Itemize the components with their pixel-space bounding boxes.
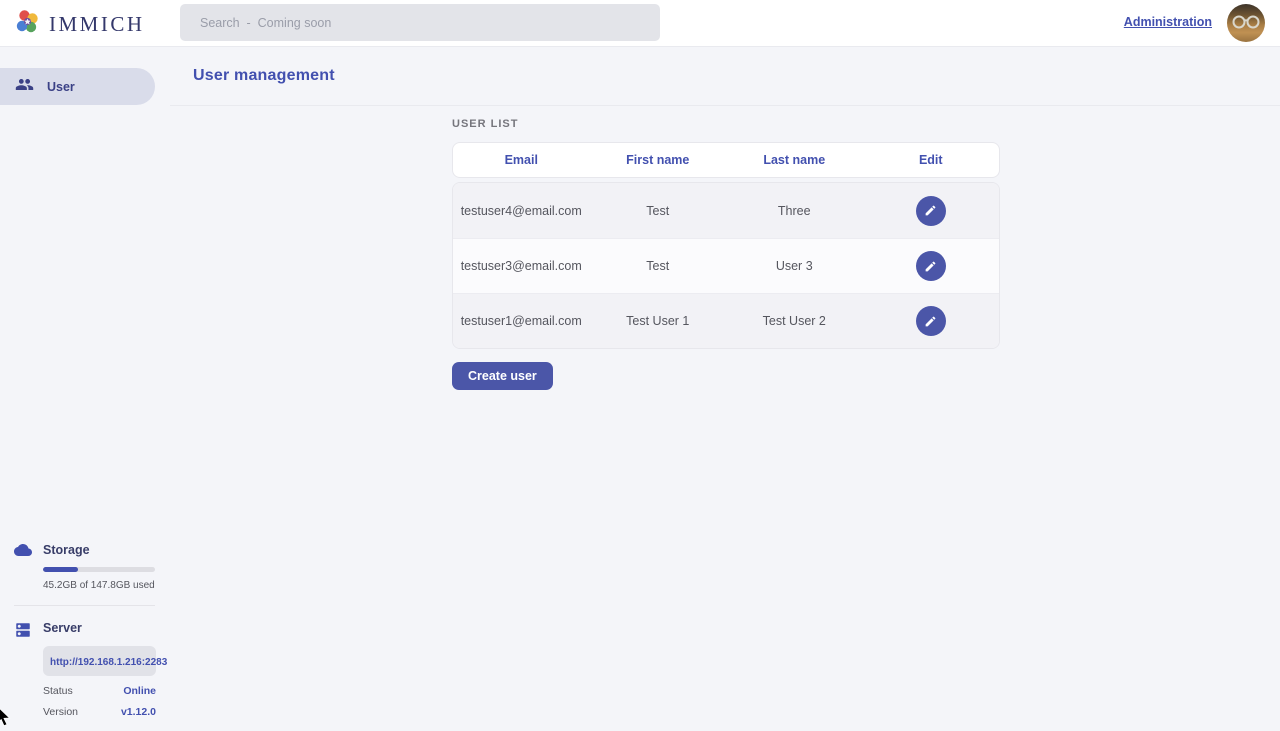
- people-icon: [15, 75, 34, 99]
- server-url: http://192.168.1.216:2283: [50, 657, 167, 668]
- storage-progress-fill: [43, 567, 78, 572]
- storage-title: Storage: [43, 542, 155, 559]
- storage-section: Storage 45.2GB of 147.8GB used: [14, 542, 170, 591]
- edit-user-button[interactable]: [916, 306, 946, 336]
- immich-flower-icon: [14, 8, 41, 40]
- cell-last-name: Three: [726, 204, 863, 218]
- glasses-decoration: [1232, 15, 1260, 29]
- server-title: Server: [43, 620, 156, 637]
- sidebar: User Storage 45.2GB of 147.8GB used: [0, 47, 170, 730]
- cell-last-name: User 3: [726, 259, 863, 273]
- create-user-button[interactable]: Create user: [452, 362, 553, 390]
- server-status-row: Status Online: [43, 685, 156, 697]
- administration-link[interactable]: Administration: [1124, 15, 1212, 29]
- server-url-badge: http://192.168.1.216:2283: [43, 646, 156, 676]
- column-header-email: Email: [453, 153, 590, 167]
- table-row: testuser3@email.com Test User 3: [453, 238, 999, 293]
- cell-email: testuser4@email.com: [453, 204, 590, 218]
- cell-email: testuser3@email.com: [453, 259, 590, 273]
- version-label: Version: [43, 706, 78, 718]
- user-list-heading: USER LIST: [452, 118, 1280, 130]
- table-header-row: Email First name Last name Edit: [452, 142, 1000, 178]
- table-row: testuser1@email.com Test User 1 Test Use…: [453, 293, 999, 348]
- cloud-icon: [14, 542, 32, 562]
- edit-user-button[interactable]: [916, 196, 946, 226]
- edit-user-button[interactable]: [916, 251, 946, 281]
- pencil-icon: [924, 204, 937, 217]
- server-section: Server http://192.168.1.216:2283 Status …: [14, 620, 170, 718]
- column-header-first-name: First name: [590, 153, 727, 167]
- search-input[interactable]: [180, 4, 660, 41]
- sidebar-item-label: User: [47, 80, 75, 94]
- sidebar-divider: [14, 605, 155, 606]
- cell-last-name: Test User 2: [726, 314, 863, 328]
- server-version-row: Version v1.12.0: [43, 706, 156, 718]
- sidebar-item-user[interactable]: User: [0, 68, 155, 105]
- cell-first-name: Test: [590, 204, 727, 218]
- storage-usage-text: 45.2GB of 147.8GB used: [43, 580, 155, 591]
- status-label: Status: [43, 685, 73, 697]
- page-title: User management: [193, 67, 335, 85]
- main-content: User management USER LIST Email First na…: [170, 47, 1280, 730]
- status-value: Online: [123, 685, 156, 697]
- cell-first-name: Test User 1: [590, 314, 727, 328]
- app-title: IMMICH: [49, 12, 145, 37]
- cell-email: testuser1@email.com: [453, 314, 590, 328]
- sidebar-status-panel: Storage 45.2GB of 147.8GB used Server ht…: [0, 542, 170, 718]
- page-header: User management: [170, 47, 1280, 106]
- pencil-icon: [924, 315, 937, 328]
- app-logo[interactable]: IMMICH: [14, 8, 145, 40]
- table-body: testuser4@email.com Test Three testuser3…: [452, 182, 1000, 349]
- storage-progress-bar: [43, 567, 155, 572]
- user-table: Email First name Last name Edit testuser…: [452, 142, 1000, 349]
- pencil-icon: [924, 260, 937, 273]
- top-bar: IMMICH Administration: [0, 0, 1280, 47]
- table-row: testuser4@email.com Test Three: [453, 183, 999, 238]
- server-icon: [14, 620, 32, 644]
- column-header-edit: Edit: [863, 153, 1000, 167]
- version-value: v1.12.0: [121, 706, 156, 718]
- column-header-last-name: Last name: [726, 153, 863, 167]
- user-avatar[interactable]: [1227, 4, 1265, 42]
- cell-first-name: Test: [590, 259, 727, 273]
